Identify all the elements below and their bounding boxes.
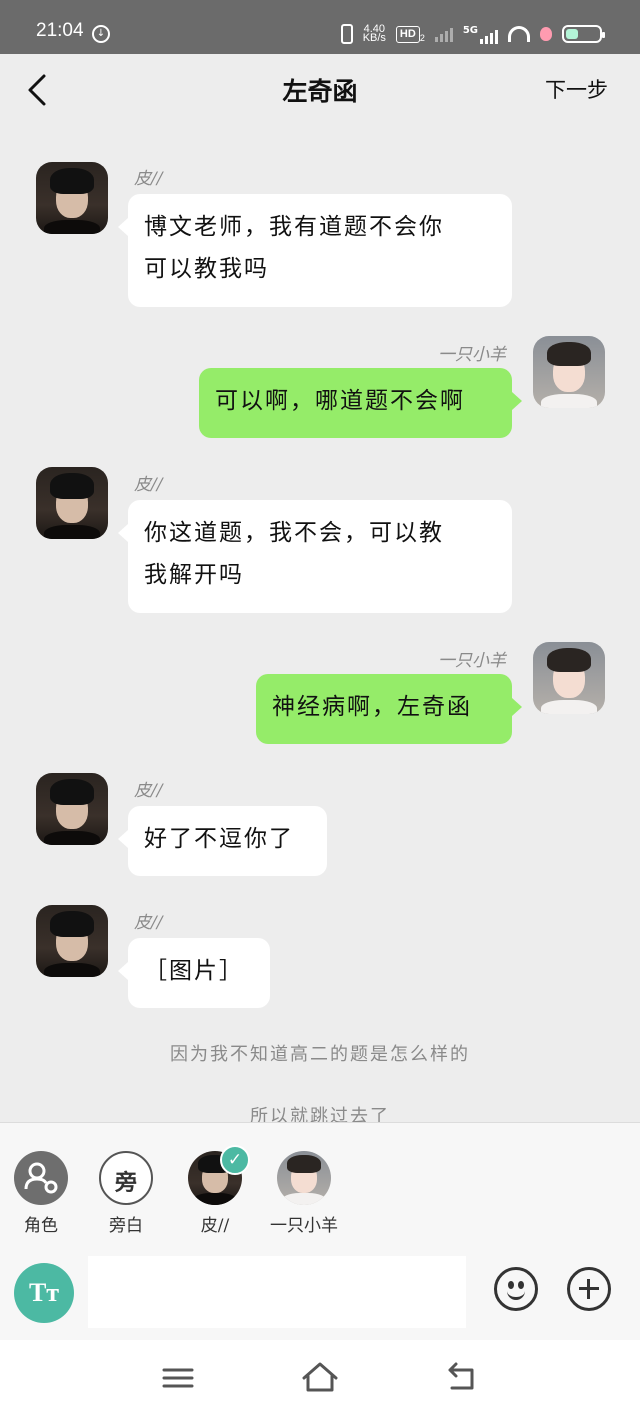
message-bubble[interactable]: 神经病啊，左奇函 <box>256 674 522 744</box>
avatar-pi[interactable] <box>36 467 108 539</box>
avatar-pi[interactable] <box>36 162 108 234</box>
menu-icon[interactable] <box>158 1360 198 1396</box>
sender-name: 皮// <box>134 169 163 189</box>
message-line: ［图片］ <box>144 958 244 984</box>
system-nav-bar <box>0 1340 640 1415</box>
network-label: 5G <box>462 24 478 36</box>
speed-unit: KB/s <box>362 32 386 44</box>
message-input[interactable] <box>88 1256 466 1328</box>
message-bubble[interactable]: 好了不逗你了 <box>118 806 327 876</box>
message-line: 博文老师，我有道题不会你 <box>144 214 444 240</box>
emoji-icon[interactable] <box>494 1267 538 1311</box>
avatar-pi[interactable] <box>36 905 108 977</box>
role-label: 皮// <box>200 1216 230 1236</box>
sender-name: 一只小羊 <box>438 651 506 671</box>
role-selector: 角色 旁 旁白 皮// ✓ 一只小羊 <box>0 1123 640 1251</box>
narrator-icon: 旁 <box>99 1151 153 1205</box>
avatar-yiziaoyang[interactable] <box>533 642 605 714</box>
message-bubble[interactable]: 博文老师，我有道题不会你 可以教我吗 <box>118 194 512 307</box>
role-label: 一只小羊 <box>270 1216 338 1236</box>
battery-icon <box>562 25 605 43</box>
role-yiziaoyang-button[interactable]: 一只小羊 <box>259 1151 349 1236</box>
role-label: 角色 <box>24 1216 58 1236</box>
title-bar: 左奇函 下一步 <box>0 54 640 124</box>
strawberry-icon <box>540 24 552 44</box>
network-speed: 4.40 KB/s <box>363 24 386 44</box>
hd-sub: 2 <box>419 33 425 43</box>
wifi-icon <box>508 24 530 44</box>
role-label: 旁白 <box>109 1216 143 1236</box>
sender-name: 皮// <box>134 781 163 801</box>
message-line: 神经病啊，左奇函 <box>272 694 472 720</box>
status-bar: 21:04 ↓ 4.40 KB/s HD 2 5G <box>0 0 640 54</box>
plus-icon[interactable] <box>567 1267 611 1311</box>
signal-5g-icon: 5G <box>463 25 498 44</box>
sender-name: 皮// <box>134 475 163 495</box>
hd-icon: HD 2 <box>395 24 425 44</box>
message-line: 你这道题，我不会，可以教 <box>144 520 444 546</box>
compose-panel: 角色 旁 旁白 皮// ✓ 一只小羊 Tт <box>0 1122 640 1340</box>
role-narrator-button[interactable]: 旁 旁白 <box>81 1151 171 1236</box>
sender-name: 一只小羊 <box>438 345 506 365</box>
download-icon: ↓ <box>92 25 110 43</box>
message-line: 可以教我吗 <box>144 256 269 282</box>
page-title: 左奇函 <box>282 77 358 106</box>
message-line: 可以啊，哪道题不会啊 <box>215 388 465 414</box>
person-settings-icon <box>14 1151 68 1205</box>
status-time: 21:04 <box>36 20 84 41</box>
avatar-yiziaoyang[interactable] <box>533 336 605 408</box>
hd-label: HD <box>395 25 420 43</box>
role-avatar <box>277 1151 331 1205</box>
status-icons: 4.40 KB/s HD 2 5G <box>340 22 605 46</box>
message-bubble[interactable]: ［图片］ <box>118 938 270 1008</box>
narration-text: 因为我不知道高二的题是怎么样的 <box>170 1044 470 1065</box>
selected-check-icon: ✓ <box>220 1145 250 1175</box>
message-bubble[interactable]: 可以啊，哪道题不会啊 <box>199 368 522 438</box>
vibrate-icon <box>340 24 353 44</box>
sender-name: 皮// <box>134 913 163 933</box>
narrator-glyph: 旁 <box>114 1171 137 1196</box>
message-bubble[interactable]: 你这道题，我不会，可以教 我解开吗 <box>118 500 512 613</box>
role-manage-button[interactable]: 角色 <box>0 1151 86 1236</box>
next-step-button[interactable]: 下一步 <box>545 74 608 104</box>
message-line: 好了不逗你了 <box>144 826 294 852</box>
home-icon[interactable] <box>300 1360 340 1396</box>
signal-1-icon <box>434 26 453 42</box>
message-line: 我解开吗 <box>144 562 244 588</box>
avatar-pi[interactable] <box>36 773 108 845</box>
back-nav-icon[interactable] <box>442 1360 482 1396</box>
text-style-button[interactable]: Tт <box>14 1263 74 1323</box>
input-row: Tт <box>0 1251 640 1340</box>
